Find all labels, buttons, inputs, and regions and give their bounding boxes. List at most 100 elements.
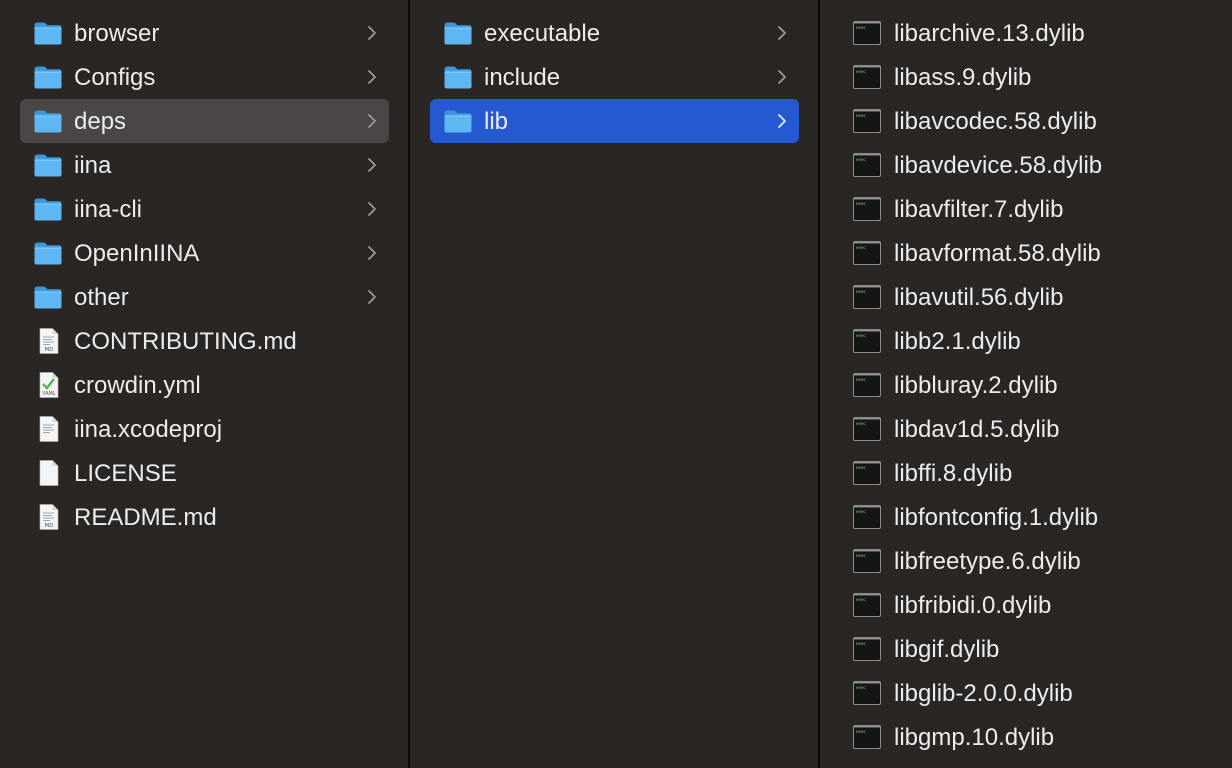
svg-text:exec: exec (856, 289, 866, 294)
file-list: exec libarchive.13.dylib exec libass.9.dyli… (820, 11, 1232, 759)
item-name: libavformat.58.dylib (894, 240, 1101, 267)
folder-icon (33, 20, 63, 46)
folder-row-iina-cli[interactable]: iina-cli (20, 187, 389, 231)
unix-executable-icon: exec (853, 725, 881, 749)
item-name: libass.9.dylib (894, 64, 1032, 91)
unix-executable-icon: exec (853, 373, 881, 397)
column-lib[interactable]: exec libarchive.13.dylib exec libass.9.dyli… (820, 0, 1232, 768)
file-row-libfribidi-0-dylib[interactable]: exec libfribidi.0.dylib (840, 583, 1212, 627)
svg-text:exec: exec (856, 553, 866, 558)
chevron-right-icon (775, 23, 789, 43)
file-row-libavfilter-7-dylib[interactable]: exec libavfilter.7.dylib (840, 187, 1212, 231)
file-row-libbluray-2-dylib[interactable]: exec libbluray.2.dylib (840, 363, 1212, 407)
svg-text:exec: exec (856, 201, 866, 206)
folder-row-deps[interactable]: deps (20, 99, 389, 143)
file-row-libgmp-10-dylib[interactable]: exec libgmp.10.dylib (840, 715, 1212, 759)
unix-executable-icon: exec (853, 549, 881, 573)
file-row-iina-xcodeproj[interactable]: iina.xcodeproj (20, 407, 389, 451)
unix-executable-icon: exec (853, 681, 881, 705)
unix-executable-icon: exec (853, 329, 881, 353)
file-row-libdav1d-5-dylib[interactable]: exec libdav1d.5.dylib (840, 407, 1212, 451)
svg-text:exec: exec (856, 245, 866, 250)
file-row-crowdin-yml[interactable]: YAML crowdin.yml (20, 363, 389, 407)
svg-text:exec: exec (856, 509, 866, 514)
chevron-right-icon (365, 287, 379, 307)
item-name: libb2.1.dylib (894, 328, 1021, 355)
unix-executable-icon: exec (853, 241, 881, 265)
unix-executable-icon: exec (853, 461, 881, 485)
file-list: executable include lib (410, 11, 819, 143)
file-row-libglib-2-0-0-dylib[interactable]: exec libglib-2.0.0.dylib (840, 671, 1212, 715)
folder-row-openiniina[interactable]: OpenInIINA (20, 231, 389, 275)
item-name: libfreetype.6.dylib (894, 548, 1081, 575)
item-name: libffi.8.dylib (894, 460, 1013, 487)
unix-executable-icon: exec (853, 417, 881, 441)
unix-executable-icon: exec (853, 637, 881, 661)
svg-text:exec: exec (856, 69, 866, 74)
chevron-right-icon (365, 67, 379, 87)
file-row-contributing-md[interactable]: MD CONTRIBUTING.md (20, 319, 389, 363)
unix-executable-icon: exec (853, 285, 881, 309)
unix-executable-icon: exec (853, 593, 881, 617)
item-name: CONTRIBUTING.md (74, 328, 297, 355)
item-name: libavutil.56.dylib (894, 284, 1064, 311)
file-row-libfontconfig-1-dylib[interactable]: exec libfontconfig.1.dylib (840, 495, 1212, 539)
unix-executable-icon: exec (853, 109, 881, 133)
file-row-libb2-1-dylib[interactable]: exec libb2.1.dylib (840, 319, 1212, 363)
file-row-libavdevice-58-dylib[interactable]: exec libavdevice.58.dylib (840, 143, 1212, 187)
file-row-libffi-8-dylib[interactable]: exec libffi.8.dylib (840, 451, 1212, 495)
svg-text:MD: MD (45, 523, 54, 529)
markdown-file-icon: MD (33, 504, 63, 530)
svg-text:YAML: YAML (41, 391, 55, 397)
folder-icon (33, 284, 63, 310)
item-name: libgmp.10.dylib (894, 724, 1055, 751)
unix-executable-icon: exec (853, 197, 881, 221)
unix-executable-icon: exec (853, 153, 881, 177)
folder-icon (443, 20, 473, 46)
file-row-libavcodec-58-dylib[interactable]: exec libavcodec.58.dylib (840, 99, 1212, 143)
item-name: deps (74, 108, 127, 135)
folder-row-other[interactable]: other (20, 275, 389, 319)
folder-row-include[interactable]: include (430, 55, 799, 99)
svg-text:exec: exec (856, 729, 866, 734)
folder-icon (443, 108, 473, 134)
svg-text:MD: MD (45, 347, 54, 353)
document-icon (33, 416, 63, 442)
chevron-right-icon (365, 23, 379, 43)
svg-text:exec: exec (856, 377, 866, 382)
svg-text:exec: exec (856, 465, 866, 470)
folder-row-browser[interactable]: browser (20, 11, 389, 55)
column-project-root[interactable]: browser Configs deps iina iina-cli OpenInIINA… (0, 0, 409, 768)
folder-row-configs[interactable]: Configs (20, 55, 389, 99)
svg-text:exec: exec (856, 333, 866, 338)
item-name: lib (484, 108, 509, 135)
file-row-libavutil-56-dylib[interactable]: exec libavutil.56.dylib (840, 275, 1212, 319)
column-deps[interactable]: executable include lib (410, 0, 819, 768)
item-name: browser (74, 20, 160, 47)
item-name: libavfilter.7.dylib (894, 196, 1064, 223)
file-row-libfreetype-6-dylib[interactable]: exec libfreetype.6.dylib (840, 539, 1212, 583)
item-name: crowdin.yml (74, 372, 201, 399)
file-row-license[interactable]: LICENSE (20, 451, 389, 495)
file-row-libarchive-13-dylib[interactable]: exec libarchive.13.dylib (840, 11, 1212, 55)
svg-text:exec: exec (856, 157, 866, 162)
unix-executable-icon: exec (853, 505, 881, 529)
file-row-readme-md[interactable]: MD README.md (20, 495, 389, 539)
chevron-right-icon (365, 243, 379, 263)
item-name: executable (484, 20, 601, 47)
folder-row-executable[interactable]: executable (430, 11, 799, 55)
item-name: other (74, 284, 129, 311)
item-name: Configs (74, 64, 156, 91)
file-row-libgif-dylib[interactable]: exec libgif.dylib (840, 627, 1212, 671)
file-row-libass-9-dylib[interactable]: exec libass.9.dylib (840, 55, 1212, 99)
unix-executable-icon: exec (853, 65, 881, 89)
folder-icon (33, 108, 63, 134)
folder-row-iina[interactable]: iina (20, 143, 389, 187)
folder-row-lib[interactable]: lib (430, 99, 799, 143)
file-row-libavformat-58-dylib[interactable]: exec libavformat.58.dylib (840, 231, 1212, 275)
item-name: libavcodec.58.dylib (894, 108, 1097, 135)
folder-icon (33, 196, 63, 222)
svg-text:exec: exec (856, 25, 866, 30)
item-name: OpenInIINA (74, 240, 200, 267)
unix-executable-icon: exec (853, 21, 881, 45)
